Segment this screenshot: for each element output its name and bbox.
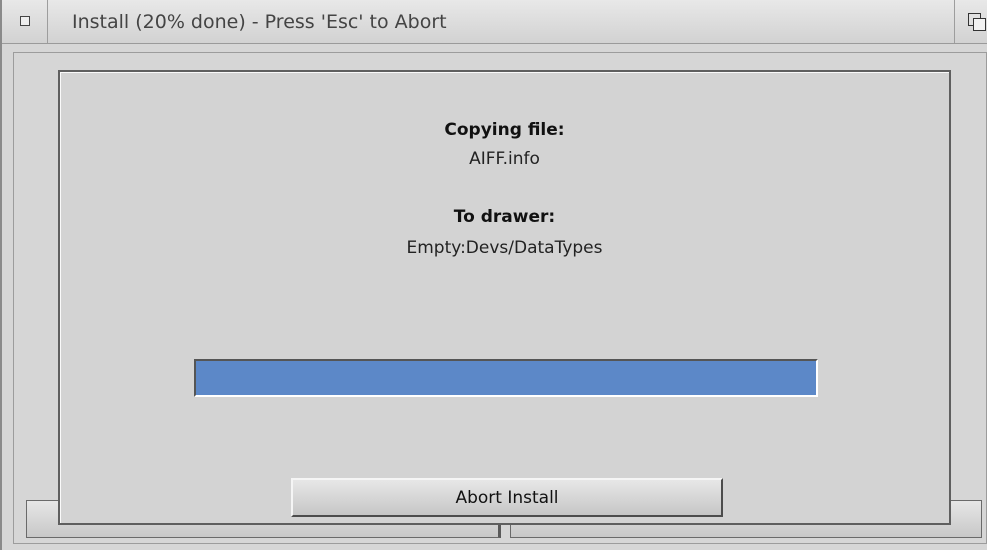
title-bar: Install (20% done) - Press 'Esc' to Abor… — [2, 0, 987, 44]
drawer-path: Empty:Devs/DataTypes — [406, 238, 603, 258]
close-gadget-icon[interactable] — [2, 0, 48, 43]
progress-bar-fill — [196, 361, 816, 395]
file-name: AIFF.info — [469, 149, 540, 169]
to-drawer-label: To drawer: — [453, 207, 556, 227]
abort-install-button[interactable]: Abort Install — [291, 478, 723, 517]
progress-dialog: Copying file: AIFF.info To drawer: Empty… — [58, 70, 951, 525]
depth-gadget-icon[interactable] — [954, 0, 987, 43]
installer-window: Install (20% done) - Press 'Esc' to Abor… — [0, 0, 987, 550]
window-title: Install (20% done) - Press 'Esc' to Abor… — [72, 11, 447, 33]
copying-file-label: Copying file: — [444, 120, 565, 140]
progress-bar — [194, 359, 818, 397]
